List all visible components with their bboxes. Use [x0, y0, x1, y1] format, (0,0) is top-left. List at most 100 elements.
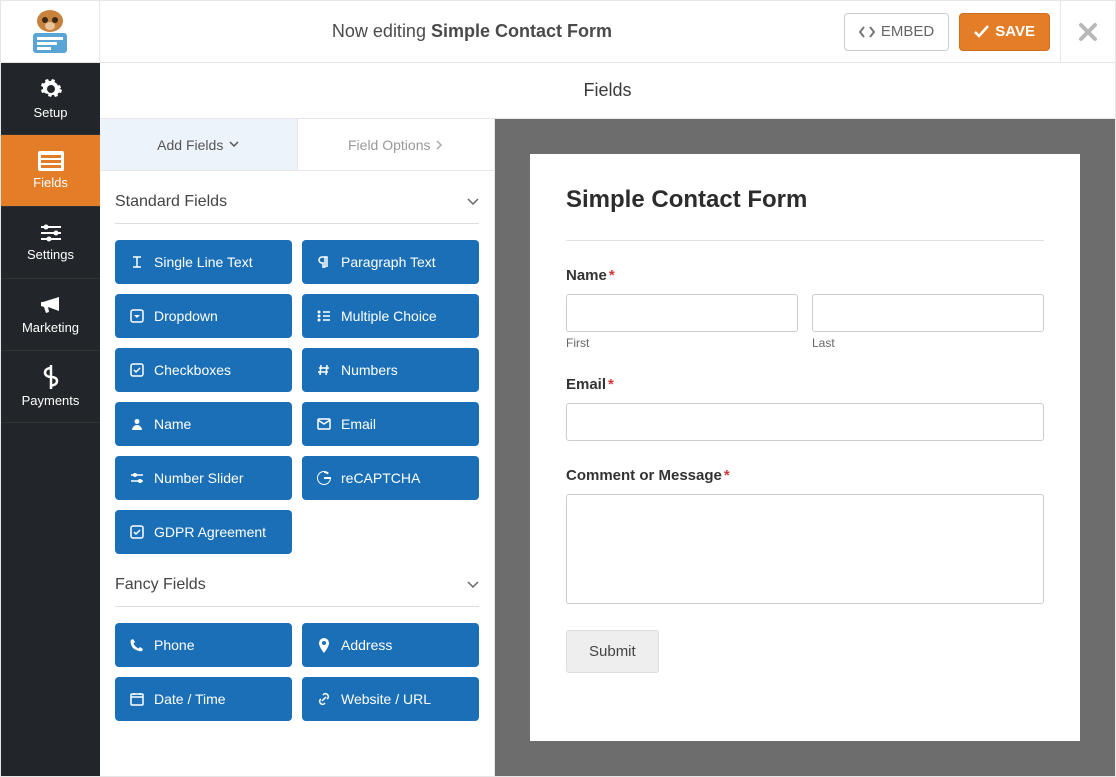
section-fancy-fields[interactable]: Fancy Fields	[115, 554, 479, 607]
check-square-icon	[129, 525, 144, 540]
preview-comment-field[interactable]: Comment or Message*	[566, 467, 1044, 604]
tab-field-options[interactable]: Field Options	[297, 119, 495, 171]
sliders-icon	[39, 223, 63, 243]
first-name-input[interactable]	[566, 294, 798, 332]
field-checkboxes[interactable]: Checkboxes	[115, 348, 292, 392]
field-label: Dropdown	[154, 308, 218, 324]
gear-icon	[39, 77, 63, 101]
save-label: SAVE	[995, 23, 1035, 40]
vnav-setup[interactable]: Setup	[1, 63, 100, 135]
field-multiple-choice[interactable]: Multiple Choice	[302, 294, 479, 338]
embed-button[interactable]: EMBED	[844, 13, 949, 51]
layout-icon	[38, 151, 64, 171]
fields-scroll[interactable]: Standard Fields Single Line Text Paragra…	[100, 171, 494, 776]
section-standard-fields[interactable]: Standard Fields	[115, 171, 479, 224]
field-recaptcha[interactable]: reCAPTCHA	[302, 456, 479, 500]
preview-name-field[interactable]: Name* First Last	[566, 267, 1044, 350]
text-cursor-icon	[129, 255, 144, 270]
field-address[interactable]: Address	[302, 623, 479, 667]
field-label: Number Slider	[154, 470, 243, 486]
field-dropdown[interactable]: Dropdown	[115, 294, 292, 338]
chevron-down-icon	[467, 581, 479, 589]
close-icon	[1078, 22, 1098, 42]
field-label: Date / Time	[154, 691, 226, 707]
last-name-input[interactable]	[812, 294, 1044, 332]
required-asterisk: *	[608, 376, 614, 393]
email-label: Email	[566, 376, 606, 393]
field-label: Multiple Choice	[341, 308, 437, 324]
calendar-icon	[129, 692, 144, 707]
field-single-line-text[interactable]: Single Line Text	[115, 240, 292, 284]
comment-textarea[interactable]	[566, 494, 1044, 604]
comment-label: Comment or Message	[566, 467, 722, 484]
form-name: Simple Contact Form	[431, 21, 612, 41]
required-asterisk: *	[609, 267, 615, 284]
vnav-payments[interactable]: Payments	[1, 351, 100, 423]
field-label: Name	[154, 416, 191, 432]
field-label: Address	[341, 637, 392, 653]
section-title: Standard Fields	[115, 193, 227, 211]
google-icon	[316, 471, 331, 486]
first-name-sublabel: First	[566, 336, 798, 350]
vnav-label: Marketing	[22, 320, 79, 335]
vnav-label: Fields	[33, 175, 68, 190]
page-title: Fields	[100, 63, 1115, 119]
fields-panel: Add Fields Field Options Standard Fields	[100, 119, 495, 776]
tab-label: Add Fields	[157, 137, 223, 153]
name-label: Name	[566, 267, 607, 284]
field-paragraph-text[interactable]: Paragraph Text	[302, 240, 479, 284]
field-numbers[interactable]: Numbers	[302, 348, 479, 392]
field-label: Phone	[154, 637, 194, 653]
field-email[interactable]: Email	[302, 402, 479, 446]
tab-label: Field Options	[348, 137, 430, 153]
email-input[interactable]	[566, 403, 1044, 441]
list-icon	[316, 309, 331, 324]
field-website-url[interactable]: Website / URL	[302, 677, 479, 721]
embed-label: EMBED	[881, 23, 934, 40]
field-label: Numbers	[341, 362, 398, 378]
form-preview: Simple Contact Form Name* First	[495, 119, 1115, 776]
last-name-sublabel: Last	[812, 336, 1044, 350]
field-label: Paragraph Text	[341, 254, 436, 270]
field-label: Email	[341, 416, 376, 432]
field-gdpr-agreement[interactable]: GDPR Agreement	[115, 510, 292, 554]
editing-title: Now editing Simple Contact Form	[100, 21, 844, 42]
submit-button[interactable]: Submit	[566, 630, 659, 673]
close-button[interactable]	[1060, 1, 1115, 63]
field-label: Checkboxes	[154, 362, 231, 378]
vnav-settings[interactable]: Settings	[1, 207, 100, 279]
required-asterisk: *	[724, 467, 730, 484]
editing-prefix: Now editing	[332, 21, 426, 41]
link-icon	[316, 692, 331, 707]
vnav-label: Payments	[22, 393, 80, 408]
tab-add-fields[interactable]: Add Fields	[100, 119, 297, 171]
vnav-marketing[interactable]: Marketing	[1, 279, 100, 351]
paragraph-icon	[316, 255, 331, 270]
save-button[interactable]: SAVE	[959, 13, 1050, 51]
logo	[1, 1, 100, 63]
field-label: GDPR Agreement	[154, 524, 266, 540]
phone-icon	[129, 638, 144, 653]
preview-email-field[interactable]: Email*	[566, 376, 1044, 441]
vnav-label: Settings	[27, 247, 74, 262]
section-title: Fancy Fields	[115, 576, 206, 594]
vertical-nav: Setup Fields Settings Marketing Payments	[1, 63, 100, 776]
field-name[interactable]: Name	[115, 402, 292, 446]
check-square-icon	[129, 363, 144, 378]
sliders-h-icon	[129, 471, 144, 486]
chevron-right-icon	[436, 140, 443, 150]
chevron-down-icon	[229, 141, 239, 148]
field-label: Single Line Text	[154, 254, 253, 270]
field-label: reCAPTCHA	[341, 470, 420, 486]
bullhorn-icon	[39, 294, 63, 316]
field-phone[interactable]: Phone	[115, 623, 292, 667]
vnav-fields[interactable]: Fields	[1, 135, 100, 207]
map-pin-icon	[316, 638, 331, 653]
hash-icon	[316, 363, 331, 378]
field-number-slider[interactable]: Number Slider	[115, 456, 292, 500]
user-icon	[129, 417, 144, 432]
envelope-icon	[316, 417, 331, 432]
field-label: Website / URL	[341, 691, 431, 707]
preview-form-title: Simple Contact Form	[566, 186, 1044, 214]
field-date-time[interactable]: Date / Time	[115, 677, 292, 721]
